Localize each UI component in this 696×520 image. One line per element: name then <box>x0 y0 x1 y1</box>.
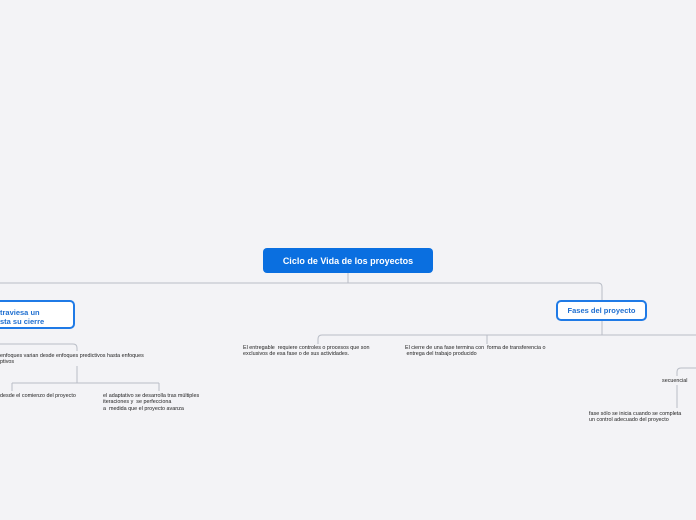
entregable-line2: exclusivos de esa fase o de sus activida… <box>243 351 350 358</box>
connector-right-children <box>317 321 696 344</box>
cierre-fase-line2: entrega del trabajo producido <box>405 351 477 358</box>
connector-root-horizontal <box>0 282 603 300</box>
connector-secuencial <box>676 367 696 408</box>
fases-proyecto-node[interactable]: Fases del proyecto <box>556 300 647 321</box>
secuencial-leaf-line2: un control adecuado del proyecto <box>589 417 669 424</box>
cierre-fase-node[interactable]: El cierre de una fase termina con forma … <box>405 345 546 358</box>
left-branch-line2: sta su cierre <box>0 317 45 326</box>
secuencial-node[interactable]: secuencial <box>662 378 687 384</box>
left-sub-node[interactable]: enfoques varian desde enfoques predictiv… <box>0 353 144 366</box>
left-sub-line1: enfoques varian desde enfoques predictiv… <box>0 353 144 359</box>
left-branch-line1: traviesa un <box>0 308 40 317</box>
entregable-node[interactable]: El entregable requiere controles o proce… <box>243 345 369 358</box>
left-sub-line2: ptivos <box>0 359 15 366</box>
left-branch-node[interactable]: traviesa un sta su cierre <box>0 300 75 329</box>
secuencial-leaf-node[interactable]: fase sólo se inicia cuando se completa un… <box>589 411 681 424</box>
left-leaf-a[interactable]: desde el comienzo del proyecto <box>0 393 76 399</box>
connector-left-sub <box>0 343 78 351</box>
root-node[interactable]: Ciclo de Vida de los proyectos <box>263 248 433 273</box>
left-leaf-b[interactable]: el adaptativo se desarrolla tras múltipl… <box>103 393 199 412</box>
connector-left-leaves <box>11 366 160 391</box>
left-leaf-b-line3: a medida que el proyecto avanza <box>103 405 184 412</box>
